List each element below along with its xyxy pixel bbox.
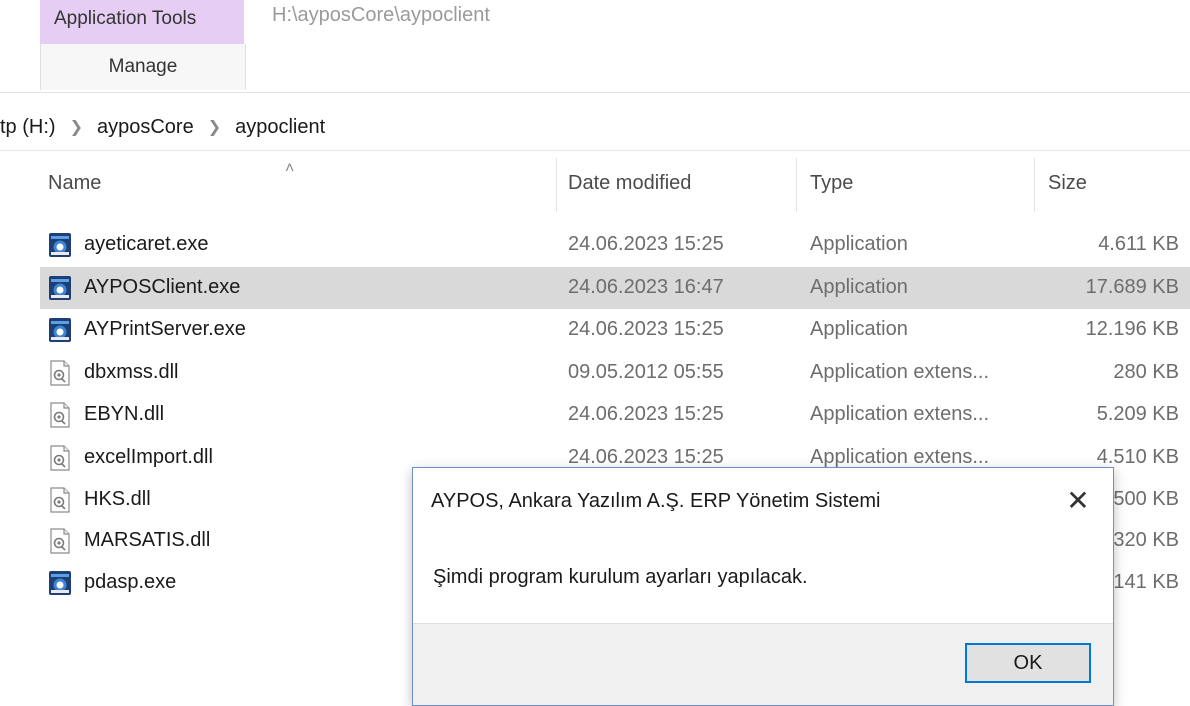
exe-icon: [48, 317, 72, 343]
file-size: 141 KB: [1113, 571, 1179, 593]
breadcrumb-item-ayposcore[interactable]: ayposCore: [97, 116, 200, 139]
file-row[interactable]: ayeticaret.exe 24.06.2023 15:25 Applicat…: [40, 224, 1190, 266]
file-size: 4.510 KB: [1096, 446, 1179, 468]
file-date: 24.06.2023 15:25: [568, 233, 724, 255]
file-row[interactable]: dbxmss.dll 09.05.2012 05:55 Application …: [40, 352, 1190, 394]
tab-manage-label: Manage: [108, 56, 178, 77]
file-type: Application: [810, 233, 908, 255]
file-name: HKS.dll: [84, 488, 151, 510]
close-icon[interactable]: ✕: [1061, 484, 1095, 518]
file-name: AYPOSClient.exe: [84, 276, 241, 298]
ribbon-context-group: Application Tools: [40, 0, 244, 44]
exe-icon: [48, 232, 72, 258]
exe-icon: [48, 570, 72, 596]
file-name: excelImport.dll: [84, 446, 213, 468]
file-type: Application extens...: [810, 403, 989, 425]
tab-manage[interactable]: Manage: [40, 44, 246, 90]
file-size: 4.611 KB: [1098, 233, 1179, 255]
dll-icon: [48, 528, 72, 554]
breadcrumb-item-drive[interactable]: tp (H:): [0, 116, 62, 139]
column-divider[interactable]: [1034, 158, 1035, 212]
file-size: 280 KB: [1113, 361, 1179, 383]
column-header-name[interactable]: Name: [48, 172, 101, 195]
ribbon-divider: [0, 92, 1190, 93]
ok-button[interactable]: OK: [965, 643, 1091, 683]
file-size: 12.196 KB: [1085, 318, 1179, 340]
chevron-right-icon[interactable]: ❯: [200, 117, 235, 137]
column-header-type[interactable]: Type: [810, 172, 853, 195]
window-title-path: H:\ayposCore\aypoclient: [272, 4, 490, 26]
file-date: 24.06.2023 15:25: [568, 403, 724, 425]
breadcrumb-item-aypoclient[interactable]: aypoclient: [235, 116, 331, 139]
file-name: pdasp.exe: [84, 571, 177, 593]
chevron-right-icon[interactable]: ❯: [62, 117, 97, 137]
file-name: ayeticaret.exe: [84, 233, 209, 255]
file-size: 17.689 KB: [1085, 276, 1179, 298]
column-header-date[interactable]: Date modified: [568, 172, 691, 195]
file-type: Application: [810, 318, 908, 340]
file-date: 24.06.2023 15:25: [568, 446, 724, 468]
file-name: EBYN.dll: [84, 403, 165, 425]
dialog-title: AYPOS, Ankara Yazılım A.Ş. ERP Yönetim S…: [431, 490, 881, 512]
breadcrumb-divider: [0, 150, 1190, 151]
file-row-selected[interactable]: AYPOSClient.exe 24.06.2023 16:47 Applica…: [40, 267, 1190, 309]
message-dialog: AYPOS, Ankara Yazılım A.Ş. ERP Yönetim S…: [412, 467, 1114, 706]
file-size: 320 KB: [1113, 529, 1179, 551]
file-date: 09.05.2012 05:55: [568, 361, 724, 383]
dll-icon: [48, 445, 72, 471]
file-type: Application: [810, 276, 908, 298]
context-group-label: Application Tools: [54, 8, 197, 29]
dll-icon: [48, 487, 72, 513]
dialog-message: Şimdi program kurulum ayarları yapılacak…: [433, 566, 808, 588]
file-type: Application extens...: [810, 446, 989, 468]
column-header-size[interactable]: Size: [1048, 172, 1087, 195]
file-date: 24.06.2023 16:47: [568, 276, 724, 298]
file-date: 24.06.2023 15:25: [568, 318, 724, 340]
exe-icon: [48, 275, 72, 301]
column-divider[interactable]: [556, 158, 557, 212]
file-size: 5.209 KB: [1096, 403, 1179, 425]
sort-ascending-icon: ˄: [285, 160, 295, 177]
breadcrumb: tp (H:) ❯ ayposCore ❯ aypoclient: [0, 110, 331, 144]
file-size: 500 KB: [1113, 488, 1179, 510]
file-type: Application extens...: [810, 361, 989, 383]
file-row[interactable]: EBYN.dll 24.06.2023 15:25 Application ex…: [40, 394, 1190, 436]
file-name: dbxmss.dll: [84, 361, 179, 383]
dll-icon: [48, 360, 72, 386]
file-name: MARSATIS.dll: [84, 529, 211, 551]
dll-icon: [48, 402, 72, 428]
dialog-footer: OK: [413, 623, 1113, 705]
file-name: AYPrintServer.exe: [84, 318, 246, 340]
column-divider[interactable]: [796, 158, 797, 212]
file-row[interactable]: AYPrintServer.exe 24.06.2023 15:25 Appli…: [40, 309, 1190, 351]
